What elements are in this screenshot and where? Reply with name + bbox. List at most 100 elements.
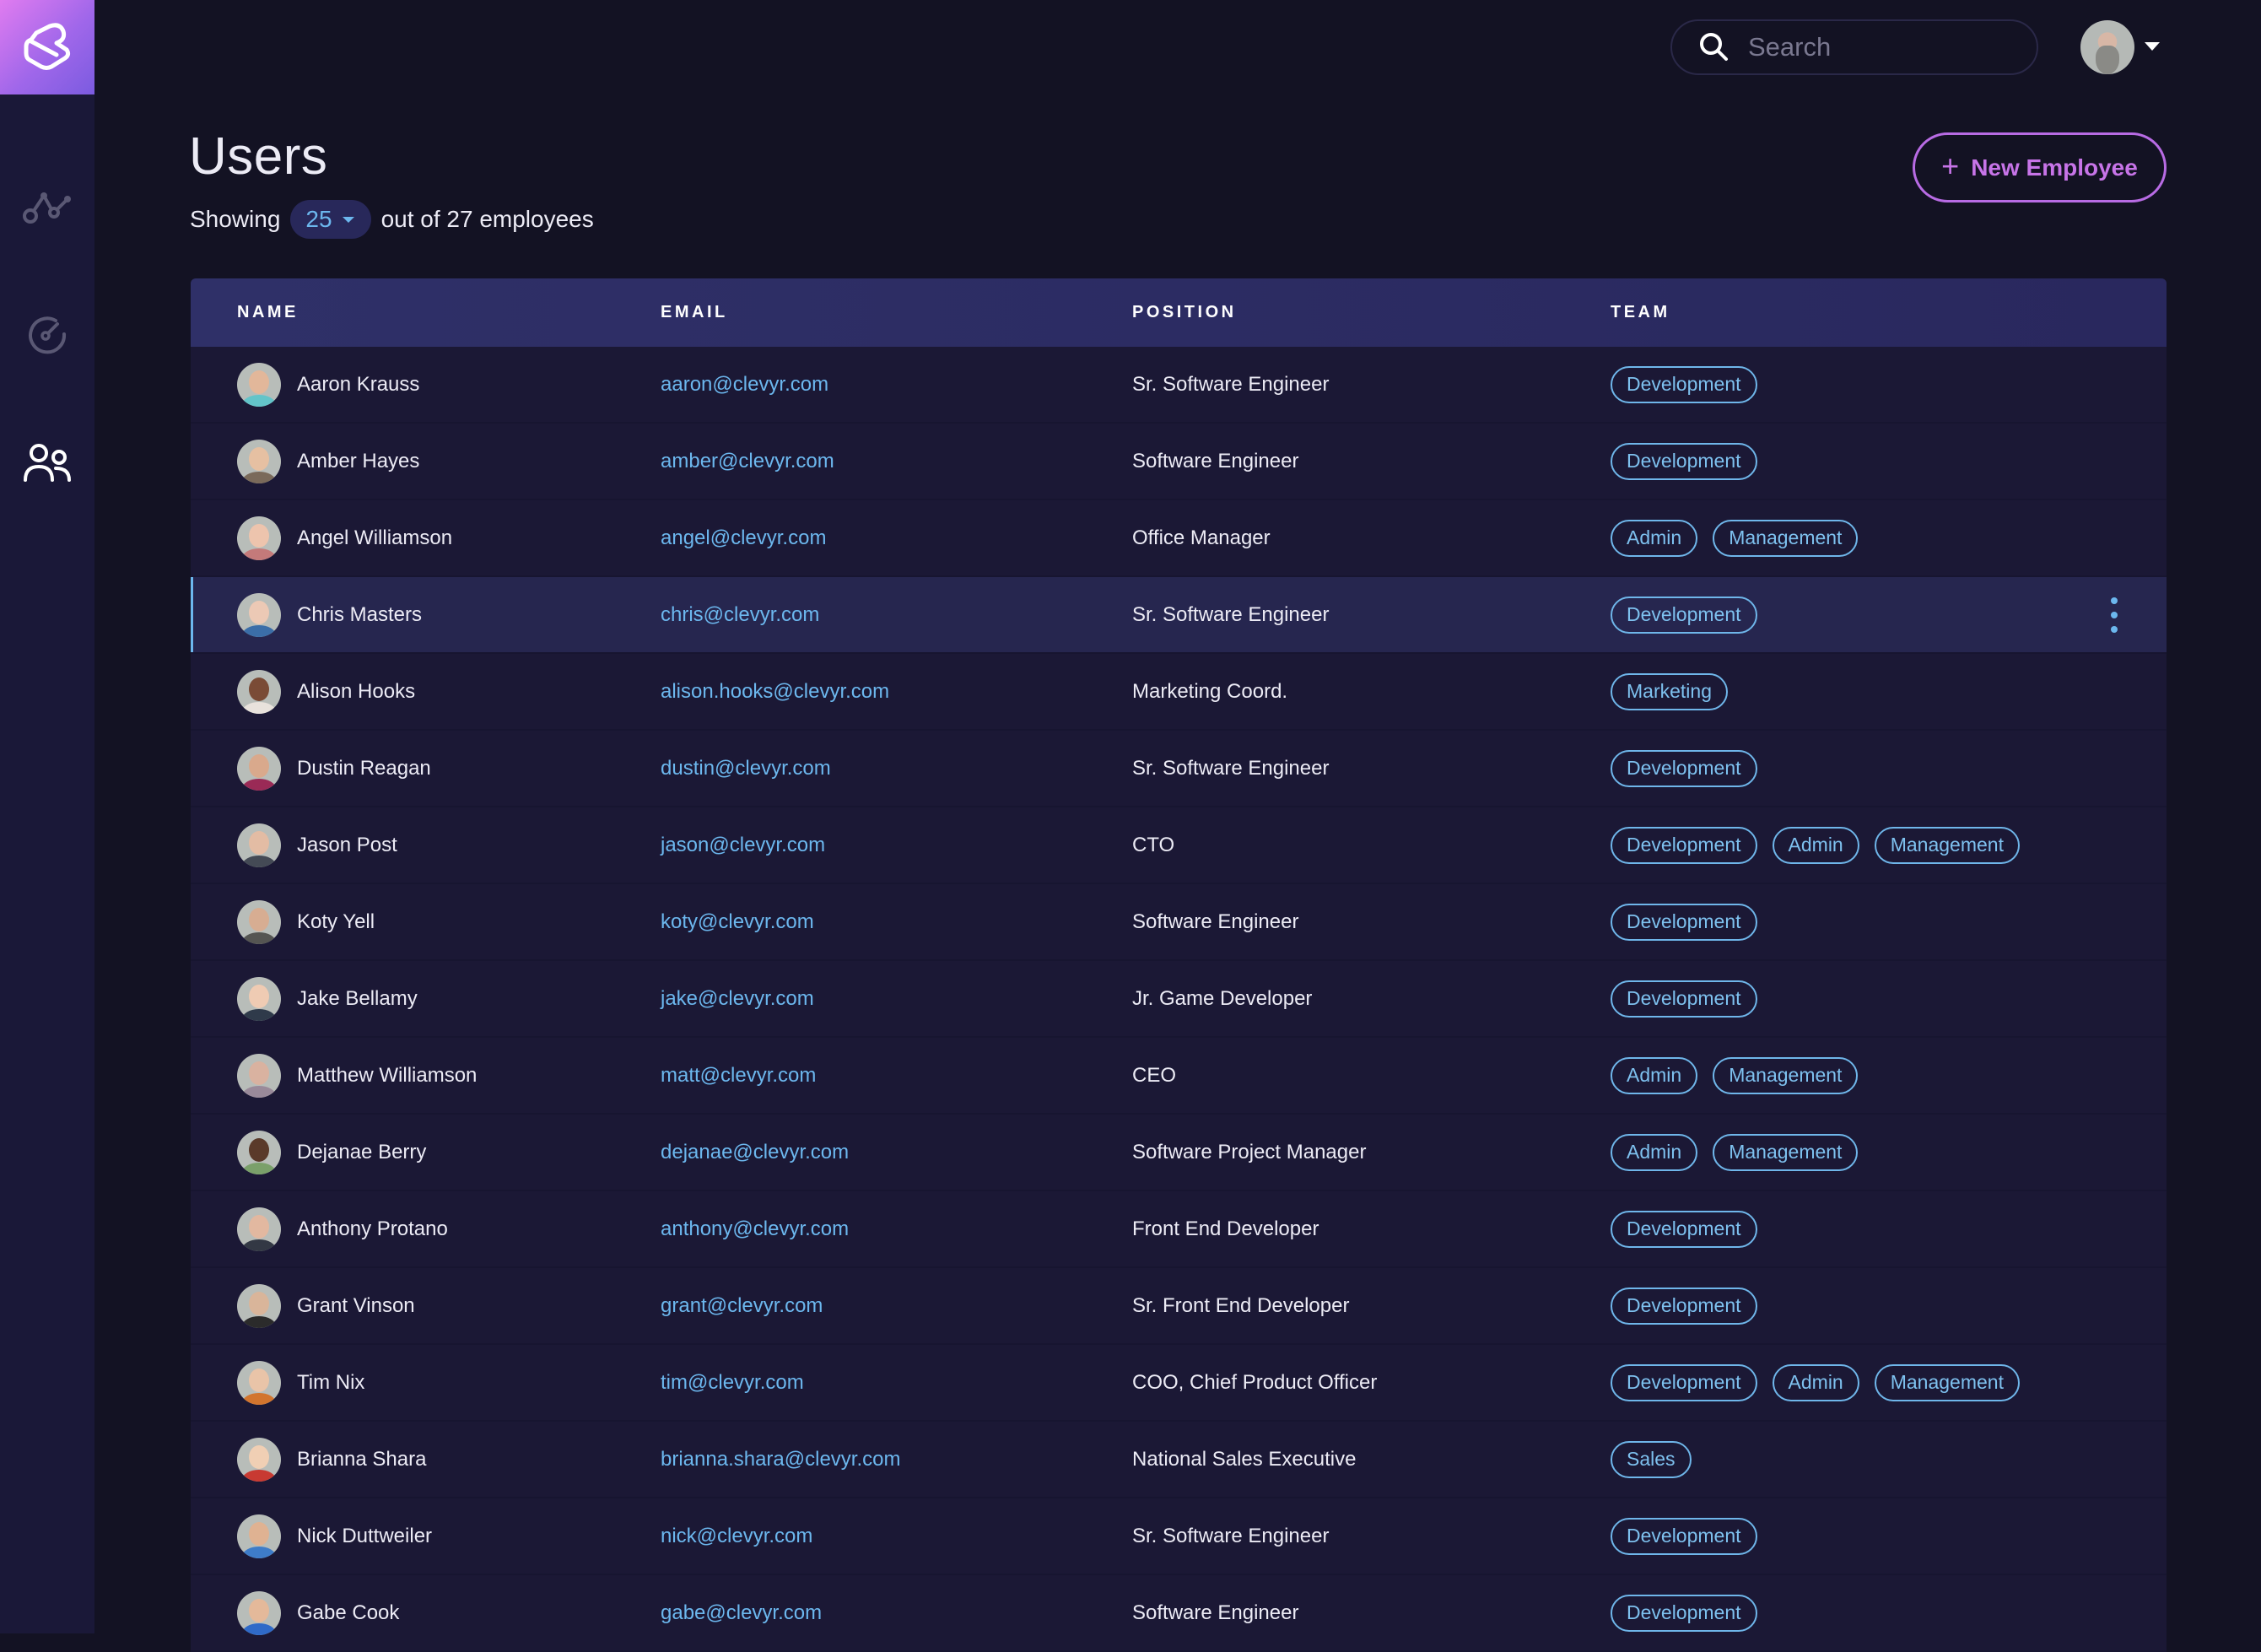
avatar xyxy=(237,1130,281,1174)
showing-prefix: Showing xyxy=(190,206,281,232)
caret-down-icon[interactable] xyxy=(2145,42,2160,51)
employee-email-link[interactable]: grant@clevyr.com xyxy=(661,1268,823,1343)
column-header-position[interactable]: POSITION xyxy=(1132,278,1237,347)
team-tag[interactable]: Management xyxy=(1713,519,1859,557)
table-row[interactable]: Jake Bellamy jake@clevyr.com Jr. Game De… xyxy=(191,961,2167,1038)
team-cell: Development xyxy=(1611,731,1757,806)
team-tag[interactable]: Admin xyxy=(1772,826,1859,864)
team-tag[interactable]: Development xyxy=(1611,442,1757,480)
team-tag[interactable]: Development xyxy=(1611,980,1757,1018)
employee-email-link[interactable]: anthony@clevyr.com xyxy=(661,1191,849,1266)
table-row[interactable]: Dejanae Berry dejanae@clevyr.com Softwar… xyxy=(191,1115,2167,1191)
sidebar-item-analytics[interactable] xyxy=(0,165,94,250)
search-box[interactable] xyxy=(1670,19,2038,75)
team-cell: Admin Management xyxy=(1611,500,1859,575)
employee-email-link[interactable]: jake@clevyr.com xyxy=(661,961,814,1036)
team-cell: Marketing xyxy=(1611,654,1728,729)
team-tag[interactable]: Management xyxy=(1874,826,2020,864)
team-tag[interactable]: Development xyxy=(1611,903,1757,941)
column-header-email[interactable]: EMAIL xyxy=(661,278,728,347)
column-header-name[interactable]: NAME xyxy=(237,278,299,347)
employee-email-link[interactable]: dejanae@clevyr.com xyxy=(661,1115,849,1190)
employee-name: Jake Bellamy xyxy=(297,986,418,1010)
employee-email-link[interactable]: chris@clevyr.com xyxy=(661,577,819,652)
team-cell: Development Admin Management xyxy=(1611,1345,2020,1420)
team-tag[interactable]: Development xyxy=(1611,596,1757,634)
table-row[interactable]: Chris Masters chris@clevyr.com Sr. Softw… xyxy=(191,577,2167,654)
avatar xyxy=(237,1514,281,1558)
avatar xyxy=(237,1360,281,1405)
employee-name: Matthew Williamson xyxy=(297,1063,478,1087)
team-tag[interactable]: Sales xyxy=(1611,1440,1692,1478)
team-tag[interactable]: Development xyxy=(1611,1594,1757,1632)
employee-email-link[interactable]: brianna.shara@clevyr.com xyxy=(661,1422,900,1497)
new-employee-button[interactable]: + New Employee xyxy=(1913,132,2167,202)
employee-email-link[interactable]: jason@clevyr.com xyxy=(661,807,825,883)
table-row[interactable]: Brianna Shara brianna.shara@clevyr.com N… xyxy=(191,1422,2167,1498)
avatar-image xyxy=(2096,46,2119,74)
employee-name: Dejanae Berry xyxy=(297,1140,427,1163)
sidebar xyxy=(0,0,94,1633)
team-tag[interactable]: Admin xyxy=(1611,1056,1698,1094)
table-row[interactable]: Grant Vinson grant@clevyr.com Sr. Front … xyxy=(191,1268,2167,1345)
team-tag[interactable]: Development xyxy=(1611,1287,1757,1325)
team-tag[interactable]: Management xyxy=(1874,1363,2020,1401)
new-employee-label: New Employee xyxy=(1971,154,2138,181)
employee-email-link[interactable]: matt@clevyr.com xyxy=(661,1038,816,1113)
employee-position: Sr. Software Engineer xyxy=(1132,372,1330,396)
team-tag[interactable]: Admin xyxy=(1772,1363,1859,1401)
search-icon xyxy=(1697,30,1731,64)
user-avatar[interactable] xyxy=(2080,20,2134,74)
sidebar-item-goals[interactable] xyxy=(0,292,94,376)
team-tag[interactable]: Admin xyxy=(1611,519,1698,557)
table-row[interactable]: Dustin Reagan dustin@clevyr.com Sr. Soft… xyxy=(191,731,2167,807)
employee-name: Angel Williamson xyxy=(297,526,453,549)
team-tag[interactable]: Development xyxy=(1611,749,1757,787)
employee-email-link[interactable]: angel@clevyr.com xyxy=(661,500,826,575)
table-row[interactable]: Aaron Krauss aaron@clevyr.com Sr. Softwa… xyxy=(191,347,2167,424)
team-tag[interactable]: Marketing xyxy=(1611,672,1728,710)
team-tag[interactable]: Management xyxy=(1713,1133,1859,1171)
table-row[interactable]: Angel Williamson angel@clevyr.com Office… xyxy=(191,500,2167,577)
team-cell: Development xyxy=(1611,1268,1757,1343)
employee-email-link[interactable]: dustin@clevyr.com xyxy=(661,731,831,806)
table-row[interactable]: Tim Nix tim@clevyr.com COO, Chief Produc… xyxy=(191,1345,2167,1422)
team-cell: Sales xyxy=(1611,1422,1692,1497)
table-row[interactable]: Anthony Protano anthony@clevyr.com Front… xyxy=(191,1191,2167,1268)
team-tag[interactable]: Management xyxy=(1713,1056,1859,1094)
more-options-icon[interactable] xyxy=(2107,597,2121,633)
team-tag[interactable]: Development xyxy=(1611,1517,1757,1555)
table-row[interactable]: Nick Duttweiler nick@clevyr.com Sr. Soft… xyxy=(191,1498,2167,1575)
team-tag[interactable]: Development xyxy=(1611,1210,1757,1248)
employee-email-link[interactable]: alison.hooks@clevyr.com xyxy=(661,654,889,729)
showing-suffix: out of 27 employees xyxy=(380,206,594,232)
table-row[interactable]: Alison Hooks alison.hooks@clevyr.com Mar… xyxy=(191,654,2167,731)
team-tag[interactable]: Development xyxy=(1611,1363,1757,1401)
employee-name: Aaron Krauss xyxy=(297,372,420,396)
name-cell: Matthew Williamson xyxy=(237,1038,477,1113)
table-row[interactable]: Jason Post jason@clevyr.com CTO Developm… xyxy=(191,807,2167,884)
table-row[interactable]: Amber Hayes amber@clevyr.com Software En… xyxy=(191,424,2167,500)
employee-name: Nick Duttweiler xyxy=(297,1524,433,1547)
name-cell: Brianna Shara xyxy=(237,1422,426,1497)
employee-email-link[interactable]: gabe@clevyr.com xyxy=(661,1575,822,1650)
employee-position: Software Engineer xyxy=(1132,449,1299,472)
employee-email-link[interactable]: amber@clevyr.com xyxy=(661,424,834,499)
team-tag[interactable]: Admin xyxy=(1611,1133,1698,1171)
employee-email-link[interactable]: aaron@clevyr.com xyxy=(661,347,828,422)
team-tag[interactable]: Development xyxy=(1611,826,1757,864)
employee-email-link[interactable]: koty@clevyr.com xyxy=(661,884,814,959)
sidebar-item-users[interactable] xyxy=(0,422,94,506)
team-tag[interactable]: Development xyxy=(1611,365,1757,403)
search-input[interactable] xyxy=(1748,32,2001,62)
page-size-select[interactable]: 25 xyxy=(290,200,371,239)
employee-email-link[interactable]: tim@clevyr.com xyxy=(661,1345,804,1420)
table-row[interactable]: Gabe Cook gabe@clevyr.com Software Engin… xyxy=(191,1575,2167,1652)
table-row[interactable]: Matthew Williamson matt@clevyr.com CEO A… xyxy=(191,1038,2167,1115)
employee-email-link[interactable]: nick@clevyr.com xyxy=(661,1498,812,1574)
team-cell: Development xyxy=(1611,1575,1757,1650)
logo[interactable] xyxy=(0,0,94,94)
table-row[interactable]: Koty Yell koty@clevyr.com Software Engin… xyxy=(191,884,2167,961)
column-header-team[interactable]: TEAM xyxy=(1611,278,1670,347)
name-cell: Alison Hooks xyxy=(237,654,415,729)
